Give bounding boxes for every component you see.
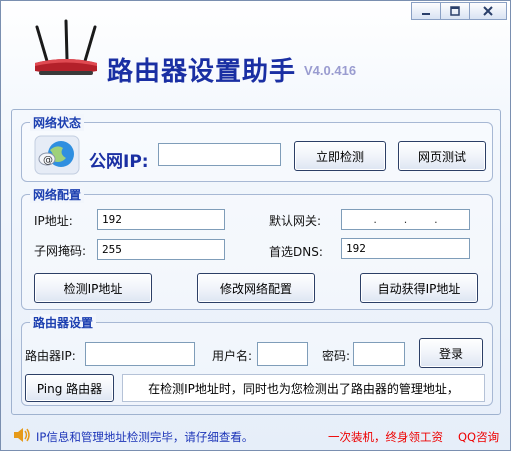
subnet-mask-field[interactable]	[97, 239, 225, 260]
svg-text:@: @	[43, 155, 53, 166]
gateway-dot: .	[373, 213, 377, 226]
maximize-button[interactable]	[440, 2, 470, 20]
check-now-button[interactable]: 立即检测	[294, 141, 386, 171]
subnet-mask-label: 子网掩码:	[34, 244, 87, 258]
speaker-icon	[14, 428, 30, 442]
password-label: 密码:	[322, 349, 351, 363]
web-test-button[interactable]: 网页测试	[398, 141, 486, 171]
app-title: 路由器设置助手	[107, 57, 297, 87]
router-icon	[35, 19, 97, 75]
gateway-label: 默认网关:	[269, 214, 322, 228]
gateway-dot: .	[403, 213, 408, 226]
close-button[interactable]	[469, 2, 507, 20]
router-settings-label: 路由器设置	[30, 314, 97, 331]
public-ip-label: 公网IP:	[89, 152, 149, 172]
username-label: 用户名:	[212, 349, 253, 363]
gateway-field[interactable]: . . .	[341, 209, 470, 230]
network-config-label: 网络配置	[30, 186, 85, 203]
version-label: V4.0.416	[304, 63, 357, 78]
maximize-icon	[450, 6, 460, 16]
app-window: 路由器设置助手 V4.0.416 网络状态 @ 公网IP: 立即检测 网页测试 …	[0, 0, 511, 451]
window-controls	[411, 2, 507, 20]
auto-ip-button[interactable]: 自动获得IP地址	[360, 273, 478, 303]
login-button[interactable]: 登录	[419, 338, 483, 368]
ping-router-button[interactable]: Ping 路由器	[25, 374, 114, 402]
router-ip-field[interactable]	[85, 342, 195, 366]
modify-config-button[interactable]: 修改网络配置	[197, 273, 315, 303]
dns-field[interactable]	[341, 238, 470, 259]
detect-ip-button[interactable]: 检测IP地址	[34, 273, 152, 303]
password-field[interactable]	[353, 342, 405, 366]
ip-address-field[interactable]	[97, 209, 225, 230]
close-icon	[483, 6, 493, 16]
network-status-label: 网络状态	[30, 114, 85, 131]
qq-consult-link[interactable]: QQ咨询	[458, 429, 499, 445]
status-bar: IP信息和管理地址检测完毕，请仔细查看。 一次装机，终身领工资 QQ咨询	[1, 421, 510, 451]
status-message: IP信息和管理地址检测完毕，请仔细查看。	[36, 430, 254, 444]
router-note: 在检测IP地址时，同时也为您检测出了路由器的管理地址，	[122, 374, 485, 402]
minimize-button[interactable]	[411, 2, 441, 20]
network-icon: @	[34, 135, 80, 175]
dns-label: 首选DNS:	[269, 245, 323, 259]
router-ip-label: 路由器IP:	[25, 349, 76, 363]
ip-address-label: IP地址:	[34, 214, 73, 228]
promo-link[interactable]: 一次装机，终身领工资	[328, 429, 443, 445]
gateway-dot: .	[434, 213, 438, 226]
minimize-icon	[422, 13, 430, 15]
username-field[interactable]	[257, 342, 308, 366]
public-ip-field[interactable]	[158, 143, 281, 166]
